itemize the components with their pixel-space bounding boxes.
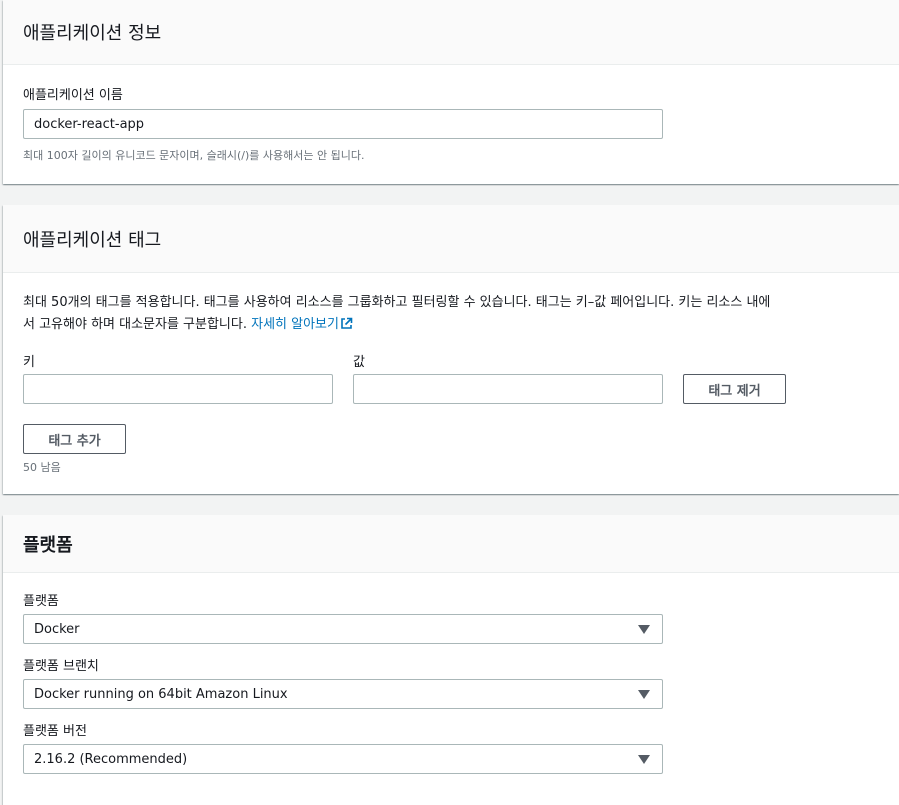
application-info-header: 애플리케이션 정보 xyxy=(3,0,899,65)
application-name-label: 애플리케이션 이름 xyxy=(23,88,123,103)
platform-version-selected-value: 2.16.2 (Recommended) xyxy=(34,751,188,767)
platform-select[interactable]: Docker xyxy=(23,614,663,644)
caret-down-icon xyxy=(638,755,650,764)
learn-more-link[interactable]: 자세히 알아보기 xyxy=(251,317,353,332)
tags-description-line2-row: 서 고유해야 하며 대소문자를 구분합니다. 자세히 알아보기 xyxy=(23,314,883,338)
platform-panel: 플랫폼 플랫폼 Docker 플랫폼 브랜치 Docker running on… xyxy=(3,515,899,805)
tag-key-label: 키 xyxy=(23,355,35,370)
application-name-value: docker-react-app xyxy=(34,116,145,132)
add-tag-button[interactable]: 태그 추가 xyxy=(23,424,126,454)
tag-value-input[interactable] xyxy=(353,374,663,404)
tags-remaining-count: 50 남음 xyxy=(23,461,61,474)
caret-down-icon xyxy=(638,690,650,699)
remove-tag-label: 태그 제거 xyxy=(708,383,761,399)
platform-selected-value: Docker xyxy=(34,621,80,637)
learn-more-link-label: 자세히 알아보기 xyxy=(251,317,339,332)
application-info-title: 애플리케이션 정보 xyxy=(23,23,162,44)
tags-description-line1: 최대 50개의 태그를 적용합니다. 태그를 사용하여 리소스를 그룹화하고 필… xyxy=(23,295,771,310)
platform-version-label: 플랫폼 버전 xyxy=(23,724,87,739)
tags-description: 최대 50개의 태그를 적용합니다. 태그를 사용하여 리소스를 그룹화하고 필… xyxy=(23,292,883,338)
tag-key-input[interactable] xyxy=(23,374,333,404)
application-name-hint: 최대 100자 길이의 유니코드 문자이며, 슬래시(/)를 사용해서는 안 됩… xyxy=(23,149,365,162)
remove-tag-button[interactable]: 태그 제거 xyxy=(683,374,786,404)
add-tag-label: 태그 추가 xyxy=(48,433,101,449)
platform-title: 플랫폼 xyxy=(23,534,73,556)
tags-description-line2: 서 고유해야 하며 대소문자를 구분합니다. xyxy=(23,317,247,332)
application-info-panel: 애플리케이션 정보 애플리케이션 이름 docker-react-app 최대 … xyxy=(3,0,899,184)
platform-branch-selected-value: Docker running on 64bit Amazon Linux xyxy=(34,686,288,702)
tag-value-label: 값 xyxy=(353,355,365,370)
platform-header: 플랫폼 xyxy=(3,515,899,573)
application-name-input[interactable]: docker-react-app xyxy=(23,109,663,139)
platform-branch-select[interactable]: Docker running on 64bit Amazon Linux xyxy=(23,679,663,709)
platform-branch-label: 플랫폼 브랜치 xyxy=(23,659,99,674)
application-tags-title: 애플리케이션 태그 xyxy=(23,229,162,251)
platform-version-select[interactable]: 2.16.2 (Recommended) xyxy=(23,744,663,774)
platform-label: 플랫폼 xyxy=(23,594,59,609)
application-tags-panel: 애플리케이션 태그 최대 50개의 태그를 적용합니다. 태그를 사용하여 리소… xyxy=(3,205,899,494)
application-tags-header: 애플리케이션 태그 xyxy=(3,205,899,273)
caret-down-icon xyxy=(638,625,650,634)
external-link-icon xyxy=(340,316,353,338)
